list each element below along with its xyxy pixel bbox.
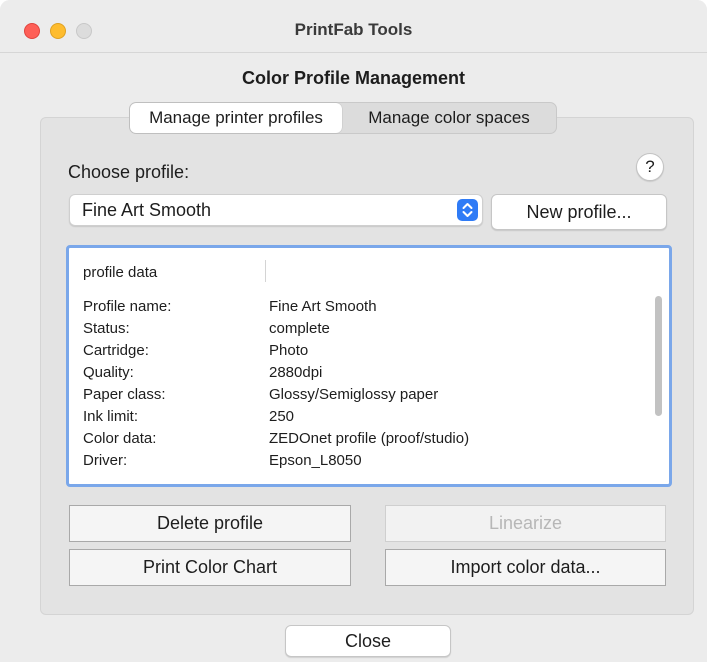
row-value: 2880dpi: [269, 364, 323, 381]
row-key: Profile name:: [83, 298, 172, 315]
import-color-data-button[interactable]: Import color data...: [385, 549, 666, 586]
profile-data-header: profile data: [83, 264, 158, 281]
title-bar: PrintFab Tools: [0, 0, 707, 53]
list-item: Status: complete: [83, 318, 653, 340]
list-item: Ink limit: 250: [83, 406, 653, 428]
tab-bar: Manage printer profiles Manage color spa…: [129, 102, 557, 134]
row-value: Photo: [269, 342, 309, 359]
window-title: PrintFab Tools: [294, 20, 413, 39]
row-value: ZEDOnet profile (proof/studio): [269, 430, 470, 447]
tab-manage-printer-profiles[interactable]: Manage printer profiles: [130, 103, 342, 133]
list-item: Driver: Epson_L8050: [83, 450, 653, 472]
dialog-title: Color Profile Management: [241, 68, 466, 88]
row-key: Cartridge:: [83, 342, 149, 359]
list-item: Quality: 2880dpi: [83, 362, 653, 384]
choose-profile-label: Choose profile:: [68, 162, 190, 182]
app-window: PrintFab Tools Color Profile Management …: [0, 0, 707, 662]
tab-manage-color-spaces[interactable]: Manage color spaces: [342, 103, 556, 133]
new-profile-button[interactable]: New profile...: [491, 194, 667, 230]
list-item: Cartridge: Photo: [83, 340, 653, 362]
profile-data-rows: Profile name: Fine Art Smooth Status: co…: [83, 296, 653, 478]
row-key: Quality:: [83, 364, 134, 381]
profile-data-list[interactable]: profile data Profile name: Fine Art Smoo…: [66, 245, 672, 487]
close-button[interactable]: Close: [285, 625, 451, 657]
row-key: Paper class:: [83, 386, 166, 403]
row-value: complete: [269, 320, 330, 337]
delete-profile-button[interactable]: Delete profile: [69, 505, 351, 542]
row-key: Status:: [83, 320, 130, 337]
row-key: Driver:: [83, 452, 128, 469]
row-value: Fine Art Smooth: [269, 298, 377, 315]
row-value: 250: [269, 408, 295, 425]
list-item: Paper class: Glossy/Semiglossy paper: [83, 384, 653, 406]
column-divider: [265, 260, 266, 282]
profile-select[interactable]: Fine Art Smooth: [69, 194, 483, 226]
row-value: Epson_L8050: [269, 452, 362, 469]
row-key: Ink limit:: [83, 408, 139, 425]
list-item: Color data: ZEDOnet profile (proof/studi…: [83, 428, 653, 450]
row-value: Glossy/Semiglossy paper: [269, 386, 439, 403]
print-color-chart-button[interactable]: Print Color Chart: [69, 549, 351, 586]
updown-chevron-icon: [457, 199, 478, 221]
help-button[interactable]: ?: [636, 153, 664, 181]
profile-select-value: Fine Art Smooth: [82, 200, 212, 220]
list-scrollbar[interactable]: [655, 296, 662, 416]
list-item: Profile name: Fine Art Smooth: [83, 296, 653, 318]
linearize-button[interactable]: Linearize: [385, 505, 666, 542]
row-key: Color data:: [83, 430, 157, 447]
